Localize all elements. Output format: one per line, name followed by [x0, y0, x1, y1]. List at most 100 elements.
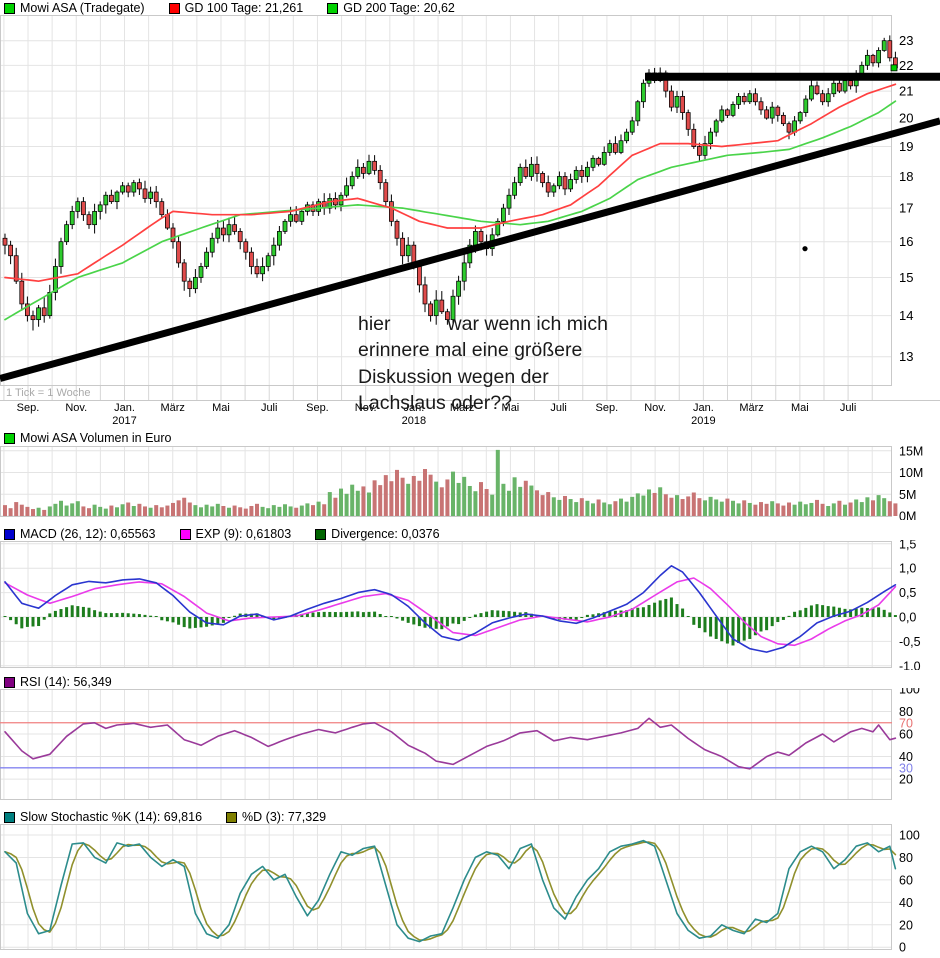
volume-bar — [725, 499, 729, 516]
volume-bar — [143, 506, 147, 516]
candle-up — [507, 195, 511, 208]
volume-bar — [345, 494, 349, 516]
legend-swatch-icon — [315, 529, 326, 540]
price-axis-label: 13 — [899, 349, 913, 364]
rsi-axis-label: 100 — [899, 688, 920, 697]
candle-up — [300, 211, 304, 221]
divergence-bar — [737, 617, 740, 643]
volume-bar — [608, 504, 612, 516]
month-label: März — [739, 402, 763, 414]
volume-bar — [636, 493, 640, 516]
stoch-axis-label: 20 — [899, 918, 913, 932]
legend-label: MACD (26, 12): 0,65563 — [20, 527, 156, 541]
volume-bar — [317, 502, 321, 516]
candle-up — [132, 183, 136, 192]
macd-chart: 1,51,00,50,0-0,5-1,0 — [0, 540, 940, 670]
volume-bar — [518, 487, 522, 516]
candle-up — [272, 245, 276, 256]
volume-bar — [591, 503, 595, 516]
candle-up — [619, 141, 623, 153]
candle-down — [109, 195, 113, 201]
volume-bar — [42, 510, 46, 516]
candle-up — [317, 202, 321, 212]
volume-bar — [210, 506, 214, 516]
candle-down — [776, 107, 780, 115]
month-label: Sep. — [306, 402, 329, 414]
divergence-bar — [664, 599, 667, 617]
divergence-bar — [659, 600, 662, 617]
candle-down — [742, 96, 746, 101]
candle-down — [9, 245, 13, 256]
candle-up — [266, 256, 270, 267]
divergence-bar — [82, 607, 85, 617]
candle-up — [675, 96, 679, 107]
candle-up — [709, 132, 713, 143]
candle-down — [160, 202, 164, 215]
year-label: 2018 — [402, 415, 426, 427]
legend-swatch-icon — [226, 812, 237, 823]
divergence-bar — [340, 612, 343, 617]
divergence-bar — [648, 605, 651, 617]
year-label: 2019 — [691, 415, 715, 427]
candle-down — [697, 147, 701, 156]
volume-bar — [423, 469, 427, 516]
candle-up — [832, 83, 836, 94]
volume-bar — [417, 481, 421, 516]
candle-up — [501, 208, 505, 221]
candle-up — [809, 86, 813, 99]
legend-item: GD 200 Tage: 20,62 — [327, 1, 455, 15]
month-label: Mai — [791, 402, 809, 414]
divergence-bar — [54, 611, 57, 617]
tick-resolution-note: 1 Tick = 1 Woche — [6, 387, 90, 399]
candle-up — [826, 94, 830, 102]
legend-swatch-icon — [4, 812, 15, 823]
candle-down — [182, 263, 186, 281]
candle-down — [20, 281, 24, 304]
candle-up — [350, 176, 354, 185]
divergence-bar — [345, 612, 348, 617]
candle-down — [255, 266, 259, 273]
candle-down — [613, 144, 617, 153]
volume-bar — [714, 499, 718, 516]
volume-bar — [653, 493, 657, 516]
candle-down — [244, 242, 248, 252]
divergence-bar — [771, 617, 774, 626]
month-label: Juli — [840, 402, 857, 414]
volume-bar — [126, 503, 130, 516]
volume-bar — [216, 504, 220, 516]
volume-bar — [294, 508, 298, 516]
volume-bar — [580, 498, 584, 516]
candle-up — [227, 225, 231, 235]
divergence-bar — [228, 617, 231, 618]
legend-swatch-icon — [327, 3, 338, 14]
candle-down — [681, 96, 685, 112]
divergence-bar — [670, 597, 673, 617]
candle-up — [591, 158, 595, 167]
divergence-bar — [827, 606, 830, 617]
candle-down — [781, 115, 785, 123]
divergence-bar — [452, 617, 455, 624]
divergence-bar — [15, 617, 18, 624]
volume-axis-label: 0M — [899, 510, 916, 521]
volume-legend: Mowi ASA Volumen in Euro — [4, 431, 171, 445]
legend-swatch-icon — [4, 677, 15, 688]
volume-bar — [115, 507, 119, 516]
divergence-bar — [709, 617, 712, 637]
volume-bar — [675, 495, 679, 516]
plot-border — [1, 690, 892, 800]
legend-swatch-icon — [4, 433, 15, 444]
candle-up — [552, 186, 556, 192]
volume-bar — [793, 505, 797, 516]
divergence-bar — [681, 609, 684, 617]
candle-down — [871, 55, 875, 62]
candle-down — [233, 225, 237, 232]
volume-bar — [412, 476, 416, 516]
year-label: 2017 — [112, 415, 136, 427]
rsi-axis-label: 20 — [899, 773, 913, 787]
volume-bar — [149, 508, 153, 516]
volume-bar — [630, 497, 634, 516]
volume-bar — [888, 501, 892, 516]
volume-bar — [625, 502, 629, 516]
candle-down — [765, 110, 769, 118]
volume-bar — [87, 508, 91, 516]
